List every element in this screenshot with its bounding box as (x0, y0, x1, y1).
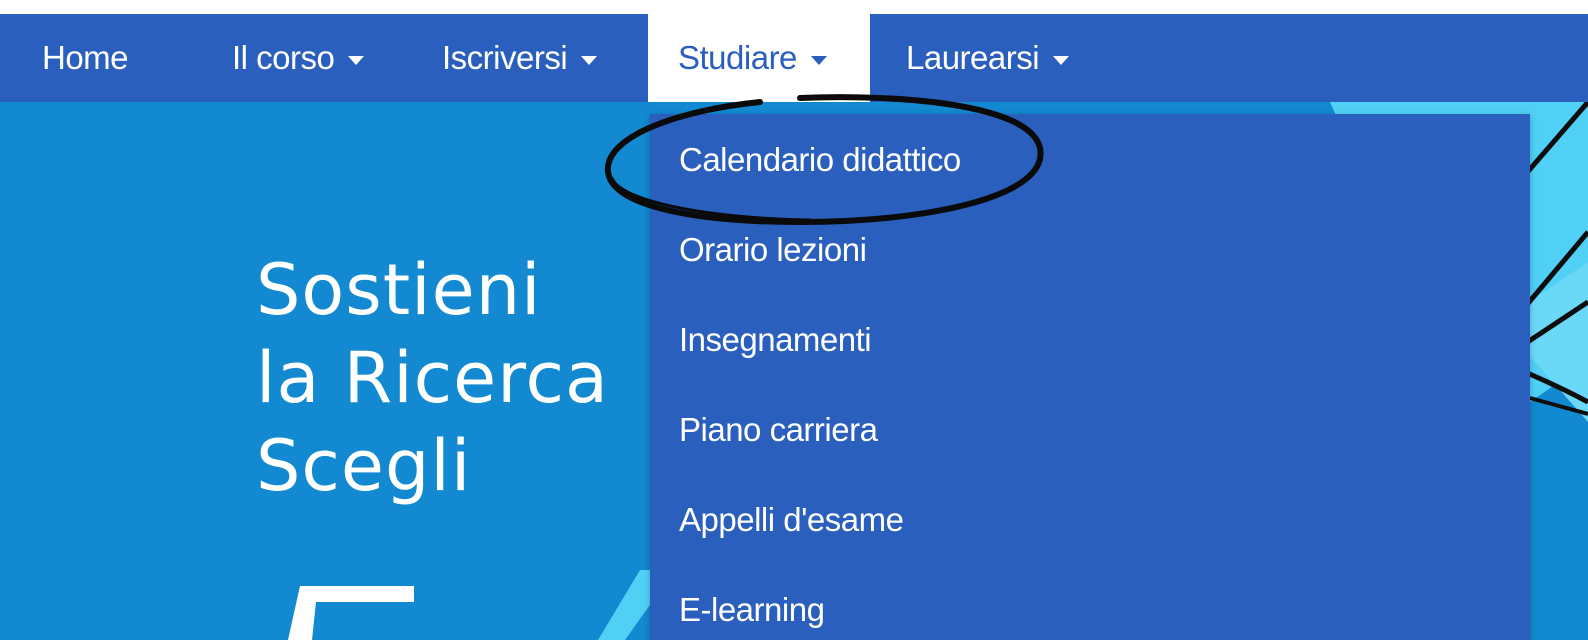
menu-item-label: Piano carriera (679, 411, 878, 448)
menu-item-orario-lezioni[interactable]: Orario lezioni (679, 220, 867, 280)
caret-down-icon (1053, 55, 1070, 65)
nav-il-corso-label: Il corso (232, 39, 335, 76)
nav-home[interactable]: Home (42, 14, 129, 102)
caret-down-icon (810, 55, 827, 65)
hero-headline: Sostieni la Ricerca Scegli (256, 246, 609, 510)
menu-item-piano-carriera[interactable]: Piano carriera (679, 400, 878, 460)
nav-studiare-label: Studiare (678, 39, 797, 76)
nav-laurearsi-label: Laurearsi (906, 39, 1040, 76)
menu-item-label: Appelli d'esame (679, 501, 904, 538)
menu-item-label: Calendario didattico (679, 141, 961, 178)
nav-studiare[interactable]: Studiare (648, 14, 870, 102)
menu-item-label: Insegnamenti (679, 321, 872, 358)
nav-iscriversi-label: Iscriversi (442, 39, 568, 76)
menu-item-e-learning[interactable]: E-learning (679, 580, 825, 640)
menu-item-calendario-didattico[interactable]: Calendario didattico (679, 130, 961, 190)
menu-item-insegnamenti[interactable]: Insegnamenti (679, 310, 872, 370)
caret-down-icon (348, 55, 365, 65)
nav-home-label: Home (42, 39, 129, 76)
menu-item-appelli-esame[interactable]: Appelli d'esame (679, 490, 904, 550)
menu-item-label: Orario lezioni (679, 231, 867, 268)
caret-down-icon (581, 55, 598, 65)
hero-line-2: la Ricerca (256, 337, 609, 419)
nav-laurearsi[interactable]: Laurearsi (906, 14, 1070, 102)
main-navbar: Home Il corso Iscriversi Studiare Laurea… (0, 14, 1588, 102)
studiare-dropdown-menu: Calendario didattico Orario lezioni Inse… (650, 114, 1530, 640)
nav-il-corso[interactable]: Il corso (232, 14, 365, 102)
hero-line-1: Sostieni (256, 249, 542, 331)
hero-line-3: Scegli (256, 425, 472, 507)
nav-iscriversi[interactable]: Iscriversi (442, 14, 598, 102)
page: Home Il corso Iscriversi Studiare Laurea… (0, 0, 1588, 640)
menu-item-label: E-learning (679, 591, 825, 628)
